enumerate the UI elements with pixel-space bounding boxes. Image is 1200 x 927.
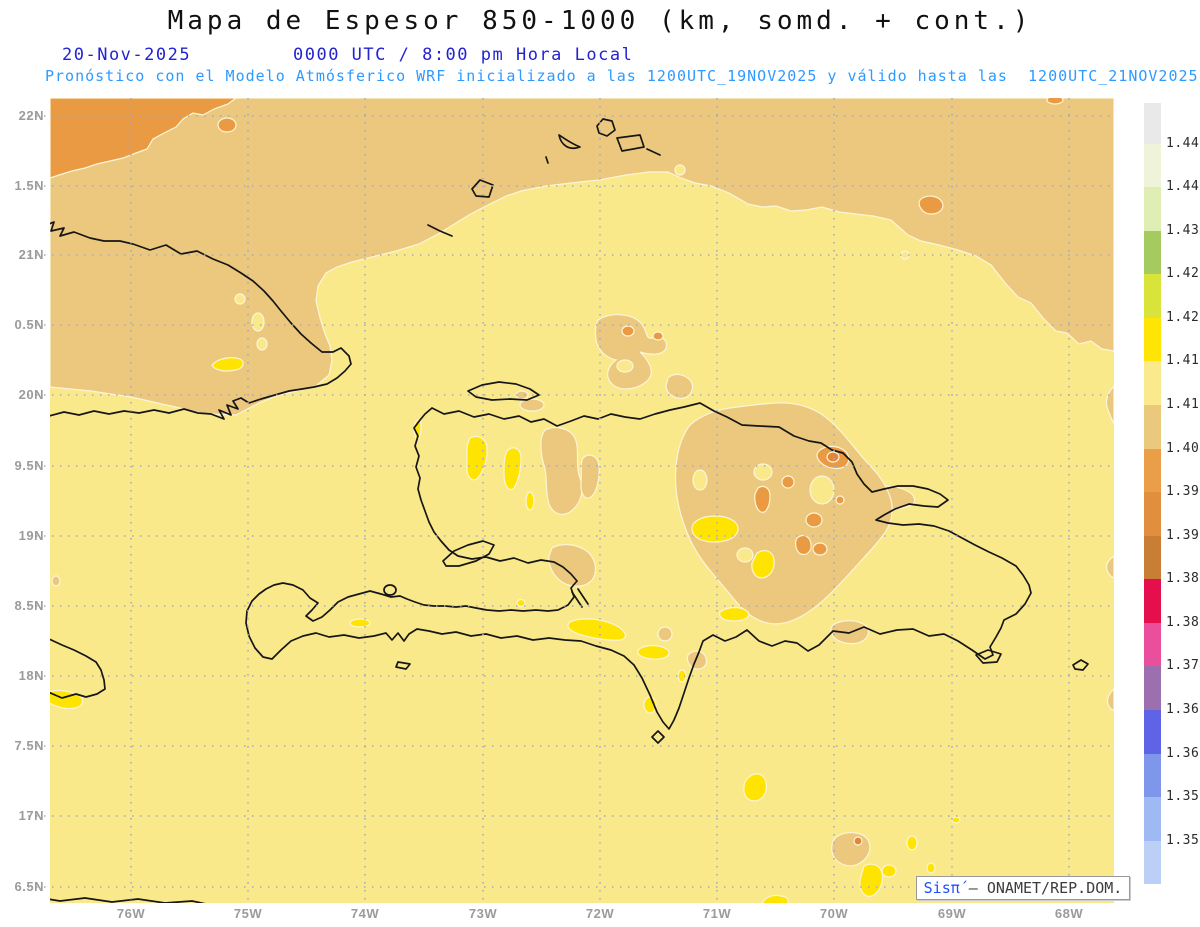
brand-label: Sisπ́ (923, 879, 960, 897)
colorbar-swatch-6 (1144, 361, 1161, 405)
map-shading-layer (50, 98, 1114, 903)
colorbar-swatch-1 (1144, 143, 1161, 188)
lon-label-72W: 72W (585, 906, 615, 921)
lat-label-21N: 21N (18, 247, 44, 262)
colorbar-swatch-5 (1144, 317, 1161, 362)
colorbar-label-1.368: 1.368 (1166, 702, 1200, 717)
colorbar-label-1.428: 1.428 (1166, 266, 1200, 282)
colorbar-swatch-15 (1144, 753, 1161, 798)
colorbar-label-1.416: 1.416 (1166, 353, 1200, 369)
colorbar-label-1.434: 1.434 (1166, 222, 1200, 238)
colorbar-label-1.392: 1.392 (1166, 527, 1200, 543)
colorbar-swatch-12 (1144, 622, 1161, 667)
colorbar-swatch-8 (1144, 448, 1161, 493)
lat-label-1.5N: 1.5N (14, 178, 44, 193)
lon-label-70W: 70W (819, 906, 849, 921)
colorbar-label-1.44: 1.44 (1166, 179, 1200, 195)
colorbar-swatch-14 (1144, 710, 1161, 754)
colorbar-swatch-2 (1144, 187, 1161, 231)
colorbar-label-1.35: 1.35 (1166, 832, 1200, 848)
colorbar-label-1.386: 1.386 (1166, 571, 1200, 587)
lat-label-6.5N: 6.5N (14, 879, 44, 894)
lon-label-75W: 75W (233, 906, 263, 921)
colorbar-swatch-11 (1144, 579, 1161, 623)
colorbar-label-1.374: 1.374 (1166, 658, 1200, 674)
colorbar-label-1.356: 1.356 (1166, 789, 1200, 805)
thickness-map (28, 98, 1114, 906)
lon-label-69W: 69W (937, 906, 967, 921)
colorbar-label-1.446: 1.446 (1166, 135, 1200, 151)
lon-label-71W: 71W (702, 906, 732, 921)
lat-label-9.5N: 9.5N (14, 458, 44, 473)
lat-label-0.5N: 0.5N (14, 317, 44, 332)
lat-label-8.5N: 8.5N (14, 598, 44, 613)
colorbar-swatch-3 (1144, 230, 1161, 275)
lat-label-20N: 20N (18, 387, 44, 402)
lat-label-7.5N: 7.5N (14, 738, 44, 753)
colorbar-swatch-9 (1144, 492, 1161, 536)
attribution-text: – ONAMET/REP.DOM. (959, 879, 1123, 897)
lon-label-74W: 74W (350, 906, 380, 921)
colorbar-swatch-10 (1144, 535, 1161, 580)
lon-label-76W: 76W (116, 906, 146, 921)
colorbar-label-1.362: 1.362 (1166, 745, 1200, 761)
lat-label-18N: 18N (18, 668, 44, 683)
colorbar-swatch-16 (1144, 797, 1161, 841)
attribution-box: Sisπ́ – ONAMET/REP.DOM. (916, 876, 1130, 900)
colorbar-label-1.422: 1.422 (1166, 309, 1200, 325)
lon-label-68W: 68W (1054, 906, 1084, 921)
lat-label-22N: 22N (18, 108, 44, 123)
colorbar-label-1.404: 1.404 (1166, 440, 1200, 456)
colorbar-swatch-4 (1144, 274, 1161, 318)
lat-label-17N: 17N (18, 808, 44, 823)
colorbar-swatch-13 (1144, 666, 1161, 710)
colorbar-swatch-17 (1144, 840, 1161, 885)
colorbar-swatch-0 (1144, 103, 1161, 144)
lon-label-73W: 73W (468, 906, 498, 921)
lat-label-19N: 19N (18, 528, 44, 543)
colorbar-label-1.41: 1.41 (1166, 397, 1200, 413)
colorbar-swatch-7 (1144, 405, 1161, 449)
colorbar-label-1.398: 1.398 (1166, 484, 1200, 500)
colorbar-label-1.38: 1.38 (1166, 614, 1200, 630)
